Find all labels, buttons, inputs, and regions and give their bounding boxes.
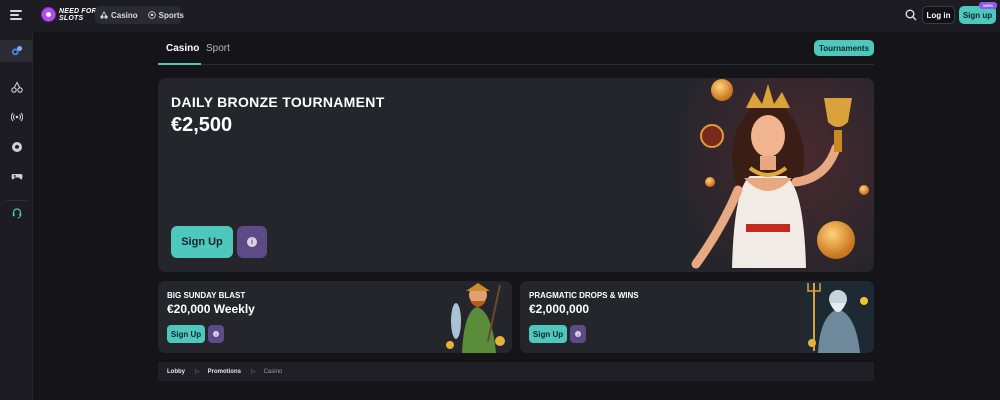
sidebar-item-casino-promo[interactable] — [0, 40, 33, 62]
breadcrumb-lobby[interactable]: Lobby — [167, 369, 185, 375]
logo-text-line1: NEED FOR — [59, 7, 97, 15]
sidebar-divider — [6, 200, 27, 201]
promo-title: BIG SUNDAY BLAST — [167, 291, 246, 300]
promo-info-button[interactable]: i — [208, 325, 224, 343]
gamepad-icon — [11, 174, 22, 180]
mode-sports[interactable]: Sports — [143, 11, 189, 20]
promo-amount: €2,000,000 — [529, 302, 590, 316]
soccer-ball-icon — [11, 142, 22, 152]
promo-signup-button[interactable]: Sign Up — [167, 325, 205, 343]
tab-sport[interactable]: Sport — [206, 43, 230, 54]
logo-text-line2: SLOTS — [59, 14, 84, 22]
sidebar-item-sports[interactable] — [0, 136, 33, 158]
tab-casino[interactable]: Casino — [166, 43, 199, 54]
hero-promo-card: DAILY BRONZE TOURNAMENT €2,500 Sign Up i — [158, 78, 874, 272]
promo-card-pragmatic-drops-wins: PRAGMATIC DROPS & WINS €2,000,000 Sign U… — [520, 281, 874, 353]
support-headset-icon — [12, 208, 21, 219]
logo-mark-icon — [41, 7, 56, 22]
mode-switch: Casino Sports — [95, 6, 184, 24]
hero-title: DAILY BRONZE TOURNAMENT — [171, 94, 385, 110]
sidebar-item-games[interactable] — [0, 165, 33, 187]
poseidon-illustration — [804, 281, 874, 353]
breadcrumb-casino: Casino — [263, 368, 283, 375]
breadcrumb: Lobby ▷ Promotions ▷ Casino — [158, 362, 874, 381]
hero-info-button[interactable]: i — [237, 226, 267, 258]
mode-sports-label: Sports — [158, 10, 185, 20]
logo[interactable]: NEED FOR SLOTS — [41, 7, 97, 22]
breadcrumb-promotions[interactable]: Promotions — [208, 369, 241, 375]
breadcrumb-separator-icon: ▷ — [250, 369, 256, 375]
live-broadcast-icon — [10, 112, 23, 122]
casino-promo-icon — [11, 45, 22, 56]
tournaments-button[interactable]: Tournaments — [814, 40, 874, 56]
breadcrumb-separator-icon: ▷ — [195, 369, 200, 375]
section-tabs: Casino Sport — [158, 36, 874, 65]
promo-title: PRAGMATIC DROPS & WINS — [529, 291, 639, 300]
promo-card-big-sunday-blast: BIG SUNDAY BLAST €20,000 Weekly Sign Up … — [158, 281, 512, 353]
signup-bonus-badge: 100% — [979, 2, 997, 9]
info-icon: i — [247, 237, 257, 247]
menu-icon[interactable] — [10, 10, 22, 20]
mode-casino-label: Casino — [111, 10, 138, 20]
mode-casino[interactable]: Casino — [95, 11, 143, 20]
sidebar-item-live[interactable] — [0, 106, 33, 128]
top-bar: NEED FOR SLOTS Casino Sports Log in Sign… — [0, 0, 1000, 32]
hero-signup-button[interactable]: Sign Up — [171, 226, 233, 258]
info-icon: i — [575, 331, 581, 337]
info-icon: i — [213, 331, 219, 337]
promo-info-button[interactable]: i — [570, 325, 586, 343]
promo-amount: €20,000 Weekly — [167, 302, 255, 316]
active-tab-indicator — [158, 63, 201, 65]
sidebar — [0, 32, 33, 400]
sidebar-item-support[interactable] — [0, 202, 33, 224]
fisherman-illustration — [442, 281, 512, 353]
search-icon[interactable] — [905, 9, 917, 21]
sidebar-item-slots[interactable] — [0, 76, 33, 98]
cherries-icon — [10, 81, 23, 93]
promo-signup-button[interactable]: Sign Up — [529, 325, 567, 343]
soccer-ball-icon — [147, 11, 156, 19]
hero-goddess-illustration — [686, 78, 874, 272]
login-button[interactable]: Log in — [922, 6, 955, 24]
hero-amount: €2,500 — [171, 114, 233, 136]
cherries-icon — [100, 11, 108, 19]
